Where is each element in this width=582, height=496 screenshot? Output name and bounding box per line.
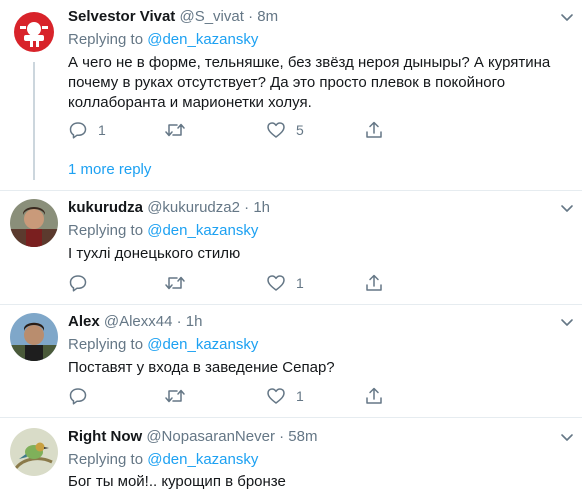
retweet-button[interactable] <box>164 273 196 293</box>
timestamp[interactable]: 1h <box>253 199 270 216</box>
tweet-2[interactable]: kukurudza @kukurudza2 · 1h Replying to @… <box>0 191 582 304</box>
replying-to: Replying to @den_kazansky <box>68 450 258 470</box>
retweet-button[interactable] <box>164 120 196 140</box>
separator-dot: · <box>279 428 285 445</box>
timestamp[interactable]: 1h <box>186 313 203 330</box>
reply-button[interactable] <box>68 386 98 406</box>
avatar[interactable] <box>10 199 58 247</box>
replying-to-mention[interactable]: @den_kazansky <box>147 222 258 239</box>
tweet-header: Selvestor Vivat @S_vivat · 8m <box>68 7 278 27</box>
separator-dot: · <box>176 313 182 330</box>
separator-dot: · <box>244 199 250 216</box>
reply-button[interactable] <box>68 273 98 293</box>
like-icon <box>267 275 285 291</box>
avatar[interactable] <box>10 428 58 476</box>
tweet-actions: 1 5 <box>68 120 488 140</box>
show-more-replies-link[interactable]: 1 more reply <box>68 160 151 180</box>
reply-icon <box>69 122 87 139</box>
replying-to-label: Replying to <box>68 336 144 353</box>
like-button[interactable]: 1 <box>266 386 304 406</box>
chevron-down-icon[interactable] <box>560 10 574 24</box>
display-name[interactable]: Right Now <box>68 428 142 445</box>
retweet-icon <box>165 123 185 137</box>
share-icon <box>366 121 382 138</box>
avatar[interactable] <box>10 8 58 56</box>
tweet-text: І тухлі донецького стилю <box>68 245 241 262</box>
timestamp[interactable]: 8m <box>257 8 278 25</box>
avatar-image <box>10 428 58 476</box>
like-count: 1 <box>296 388 304 404</box>
tweet-text: Поставят у входа в заведение Сепар? <box>68 359 335 376</box>
replying-to-mention[interactable]: @den_kazansky <box>147 336 258 353</box>
retweet-icon <box>165 389 185 403</box>
user-handle[interactable]: @S_vivat <box>179 8 243 25</box>
reply-button[interactable]: 1 <box>68 120 106 140</box>
user-handle[interactable]: @Alexx44 <box>104 313 173 330</box>
tweet-3[interactable]: Alex @Alexx44 · 1h Replying to @den_kaza… <box>0 305 582 417</box>
share-button[interactable] <box>364 273 384 293</box>
chevron-down-icon[interactable] <box>560 201 574 215</box>
retweet-button[interactable] <box>164 386 196 406</box>
replying-to: Replying to @den_kazansky <box>68 335 258 355</box>
share-icon <box>366 274 382 291</box>
tweet-text: А чего не в форме, тельняшке, без звёзд … <box>68 54 551 111</box>
avatar-image <box>10 199 58 247</box>
tweet-actions: 1 <box>68 386 488 406</box>
user-handle[interactable]: @NopasaranNever <box>146 428 275 445</box>
avatar[interactable] <box>10 313 58 361</box>
share-button[interactable] <box>364 386 384 406</box>
replying-to: Replying to @den_kazansky <box>68 30 258 50</box>
tweet-header: Right Now @NopasaranNever · 58m <box>68 427 317 447</box>
timestamp[interactable]: 58m <box>288 428 317 445</box>
tweet-header: Alex @Alexx44 · 1h <box>68 312 202 332</box>
replying-to-label: Replying to <box>68 451 144 468</box>
reply-icon <box>69 275 87 292</box>
tweet-text: Бог ты мой!.. курощип в бронзе <box>68 473 286 490</box>
avatar-image <box>10 8 58 56</box>
avatar-image <box>10 313 58 361</box>
like-button[interactable]: 5 <box>266 120 304 140</box>
replying-to-label: Replying to <box>68 31 144 48</box>
tweet-actions: 1 <box>68 273 488 293</box>
chevron-down-icon[interactable] <box>560 315 574 329</box>
replying-to-label: Replying to <box>68 222 144 239</box>
replying-to-mention[interactable]: @den_kazansky <box>147 451 258 468</box>
retweet-icon <box>165 276 185 290</box>
like-count: 5 <box>296 122 304 138</box>
chevron-down-icon[interactable] <box>560 430 574 444</box>
like-count: 1 <box>296 275 304 291</box>
replying-to-mention[interactable]: @den_kazansky <box>147 31 258 48</box>
reply-icon <box>69 388 87 405</box>
display-name[interactable]: kukurudza <box>68 199 143 216</box>
display-name[interactable]: Selvestor Vivat <box>68 8 175 25</box>
tweet-1[interactable]: Selvestor Vivat @S_vivat · 8m Replying t… <box>0 0 582 190</box>
tweet-4[interactable]: Right Now @NopasaranNever · 58m Replying… <box>0 418 582 496</box>
display-name[interactable]: Alex <box>68 313 100 330</box>
separator-dot: · <box>248 8 254 25</box>
like-icon <box>267 122 285 138</box>
like-button[interactable]: 1 <box>266 273 304 293</box>
share-icon <box>366 387 382 404</box>
thread-line <box>33 62 35 180</box>
tweet-header: kukurudza @kukurudza2 · 1h <box>68 198 270 218</box>
reply-count: 1 <box>98 122 106 138</box>
replying-to: Replying to @den_kazansky <box>68 221 258 241</box>
like-icon <box>267 388 285 404</box>
user-handle[interactable]: @kukurudza2 <box>147 199 240 216</box>
share-button[interactable] <box>364 120 384 140</box>
